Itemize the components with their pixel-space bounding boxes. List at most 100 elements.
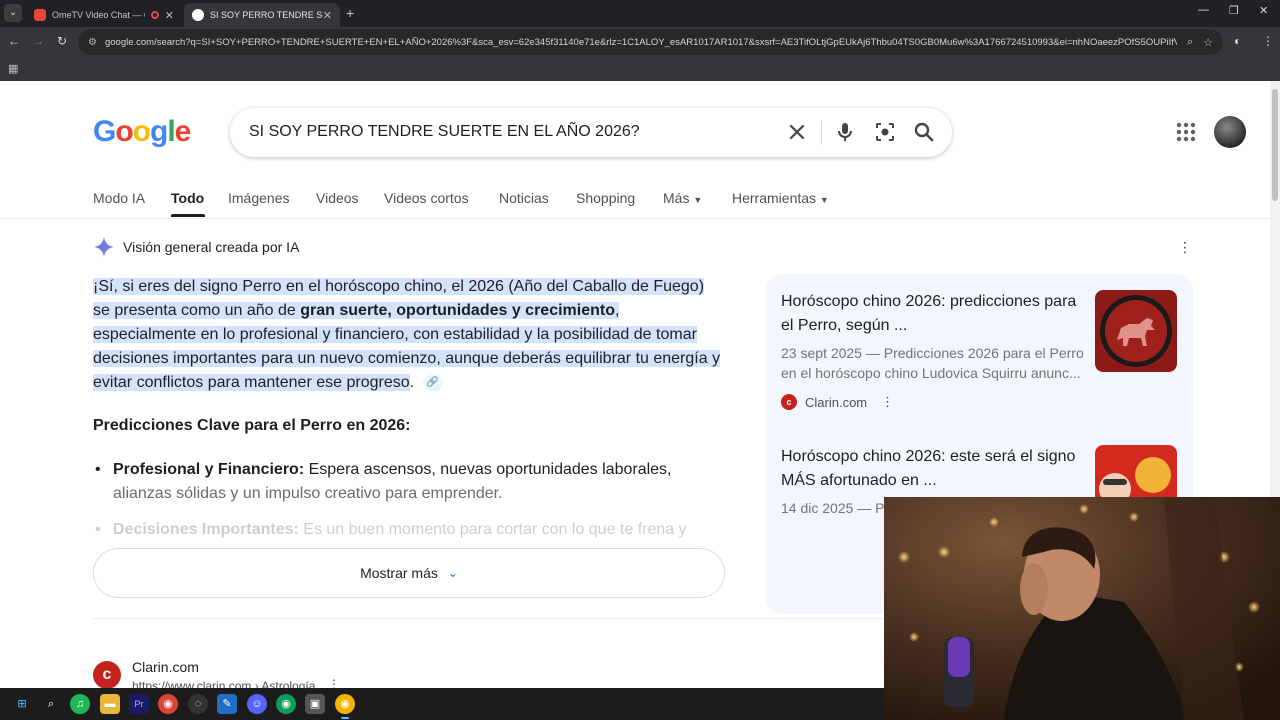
google-logo[interactable]: Google xyxy=(93,115,192,149)
clarin-favicon-icon: c xyxy=(781,394,797,410)
result-site-name[interactable]: Clarin.com xyxy=(132,659,199,675)
voice-search-icon[interactable] xyxy=(833,120,857,144)
ai-overview-header: Visión general creada por IA xyxy=(93,236,299,258)
tab-modo-ia[interactable]: Modo IA xyxy=(93,190,145,206)
site-info-icon[interactable]: ⚙ xyxy=(88,37,97,48)
logo-letter: g xyxy=(150,115,168,148)
chrome-profile-icon[interactable]: ◉ xyxy=(276,694,296,714)
tab-google-search[interactable]: SI SOY PERRO TENDRE SUERTE ✕ xyxy=(184,3,340,27)
tab-herramientas-label: Herramientas xyxy=(732,190,817,206)
caret-down-icon: ▼ xyxy=(819,195,829,205)
maximize-icon[interactable]: ❐ xyxy=(1229,4,1239,17)
tab-videos[interactable]: Videos xyxy=(316,190,359,206)
search-box[interactable]: SI SOY PERRO TENDRE SUERTE EN EL AÑO 202… xyxy=(230,108,952,157)
bullet-text: Es un buen momento para cortar con lo qu… xyxy=(298,521,687,538)
show-more-button[interactable]: Mostrar más ⌄ xyxy=(93,548,725,598)
tab-title: OmeTV Video Chat — Ome xyxy=(52,10,145,20)
search-input[interactable]: SI SOY PERRO TENDRE SUERTE EN EL AÑO 202… xyxy=(249,123,640,141)
tabs-divider xyxy=(0,218,1280,219)
webcam-overlay xyxy=(884,497,1280,720)
windows-start-icon[interactable]: ⊞ xyxy=(12,694,32,714)
bookmark-star-icon[interactable]: ☆ xyxy=(1203,36,1213,49)
address-url[interactable]: google.com/search?q=SI+SOY+PERRO+TENDRE+… xyxy=(105,37,1177,48)
bullet-bold: Profesional y Financiero: xyxy=(113,461,305,478)
search-icon[interactable] xyxy=(912,120,936,144)
back-icon[interactable]: ← xyxy=(8,34,20,48)
bullet-bold: Decisiones Importantes: xyxy=(113,521,299,538)
show-more-label: Mostrar más xyxy=(360,565,438,581)
forward-icon[interactable]: → xyxy=(32,34,44,48)
account-avatar[interactable] xyxy=(1214,116,1246,148)
search-icon[interactable]: ⌕ xyxy=(41,694,61,714)
source-menu-icon[interactable]: ⋮ xyxy=(881,394,894,410)
browser-menu-icon[interactable]: ⋮ xyxy=(1262,34,1274,48)
recording-indicator-icon xyxy=(150,11,159,19)
source-link-icon[interactable]: 🔗 xyxy=(422,374,443,391)
tab-mas-label: Más xyxy=(663,190,690,206)
ai-overview-menu-icon[interactable]: ⋮ xyxy=(1178,239,1192,256)
chrome-active-icon[interactable]: ◉ xyxy=(335,694,355,719)
clear-search-icon[interactable] xyxy=(785,120,809,144)
logo-letter: o xyxy=(115,115,133,148)
file-explorer-icon[interactable]: ▬ xyxy=(100,694,120,714)
chrome-icon[interactable]: ◉ xyxy=(158,694,178,714)
paint-icon[interactable]: ✎ xyxy=(217,694,237,714)
tab-imagenes[interactable]: Imágenes xyxy=(228,190,289,206)
source-card-site[interactable]: c Clarin.com ⋮ xyxy=(781,394,894,410)
ometv-favicon-icon xyxy=(34,9,46,21)
source-site-name: Clarin.com xyxy=(805,394,868,410)
source-card-snippet: 23 sept 2025 — Predicciones 2026 para el… xyxy=(781,345,1084,381)
address-bar[interactable]: ⚙ google.com/search?q=SI+SOY+PERRO+TENDR… xyxy=(78,29,1223,55)
tab-todo[interactable]: Todo xyxy=(171,190,204,206)
image-search-icon[interactable] xyxy=(873,120,897,144)
tab-search-icon[interactable]: ⌄ xyxy=(4,4,22,22)
tab-videos-cortos[interactable]: Videos cortos xyxy=(384,190,469,206)
clarin-favicon-icon: c xyxy=(93,661,121,688)
tab-mas[interactable]: Más ▼ xyxy=(663,190,702,206)
tab-noticias[interactable]: Noticias xyxy=(499,190,549,206)
tab-close-icon[interactable]: ✕ xyxy=(323,9,332,22)
google-apps-icon[interactable] xyxy=(1175,121,1197,143)
window-close-icon[interactable]: ✕ xyxy=(1259,4,1268,17)
apps-shortcut-icon[interactable]: ▦ xyxy=(8,62,18,75)
logo-letter: l xyxy=(167,115,175,148)
section-divider xyxy=(93,618,883,619)
source-card-title[interactable]: Horóscopo chino 2026: este será el signo… xyxy=(781,445,1089,493)
chevron-down-icon: ⌄ xyxy=(447,566,458,580)
reload-icon[interactable]: ↻ xyxy=(57,34,67,48)
bookmarks-bar: ▦ xyxy=(0,58,1280,81)
result-url[interactable]: https://www.clarin.com › Astrología xyxy=(132,679,315,688)
tab-shopping[interactable]: Shopping xyxy=(576,190,635,206)
logo-letter: e xyxy=(174,115,192,148)
premiere-icon[interactable]: Pr xyxy=(129,694,149,714)
app-icon[interactable]: ▣ xyxy=(305,694,325,714)
tab-herramientas[interactable]: Herramientas ▼ xyxy=(732,190,829,206)
scrollbar-thumb[interactable] xyxy=(1272,89,1278,201)
tab-close-icon[interactable]: ✕ xyxy=(165,9,174,22)
predictions-heading: Predicciones Clave para el Perro en 2026… xyxy=(93,417,411,434)
search-divider xyxy=(821,121,822,145)
windows-taskbar: ⊞ ⌕ ♫ ▬ Pr ◉ ◌ ✎ ☺ ◉ ▣ ◉ xyxy=(0,688,884,720)
bullet-text: Espera ascensos, nuevas oportunidades la… xyxy=(304,461,672,478)
minimize-icon[interactable]: — xyxy=(1198,4,1209,16)
obs-icon[interactable]: ◌ xyxy=(188,694,208,714)
extensions-icon[interactable]: ◐ xyxy=(1234,34,1241,48)
new-tab-button[interactable]: + xyxy=(346,5,354,21)
zoom-icon[interactable]: ⌕ xyxy=(1187,36,1193,49)
address-bar-row: ← → ↻ ⚙ google.com/search?q=SI+SOY+PERRO… xyxy=(0,27,1280,58)
caret-down-icon: ▼ xyxy=(693,195,703,205)
logo-letter: G xyxy=(93,115,116,148)
google-favicon-icon xyxy=(192,9,204,21)
ai-overview-summary: ¡Sí, si eres del signo Perro en el horós… xyxy=(93,275,723,395)
result-menu-icon[interactable]: ⋮ xyxy=(328,677,340,688)
ai-overview-title: Visión general creada por IA xyxy=(123,239,300,255)
active-tab-underline xyxy=(171,214,205,217)
logo-letter: o xyxy=(132,115,151,148)
tab-title: SI SOY PERRO TENDRE SUERTE xyxy=(210,10,323,20)
spotify-icon[interactable]: ♫ xyxy=(70,694,90,714)
discord-icon[interactable]: ☺ xyxy=(247,694,267,714)
browser-chrome: ⌄ OmeTV Video Chat — Ome ✕ SI SOY PERRO … xyxy=(0,0,1280,81)
source-card-title[interactable]: Horóscopo chino 2026: predicciones para … xyxy=(781,290,1089,338)
summary-bold: gran suerte, oportunidades y crecimiento xyxy=(300,302,615,319)
tab-ometv[interactable]: OmeTV Video Chat — Ome ✕ xyxy=(26,3,182,27)
